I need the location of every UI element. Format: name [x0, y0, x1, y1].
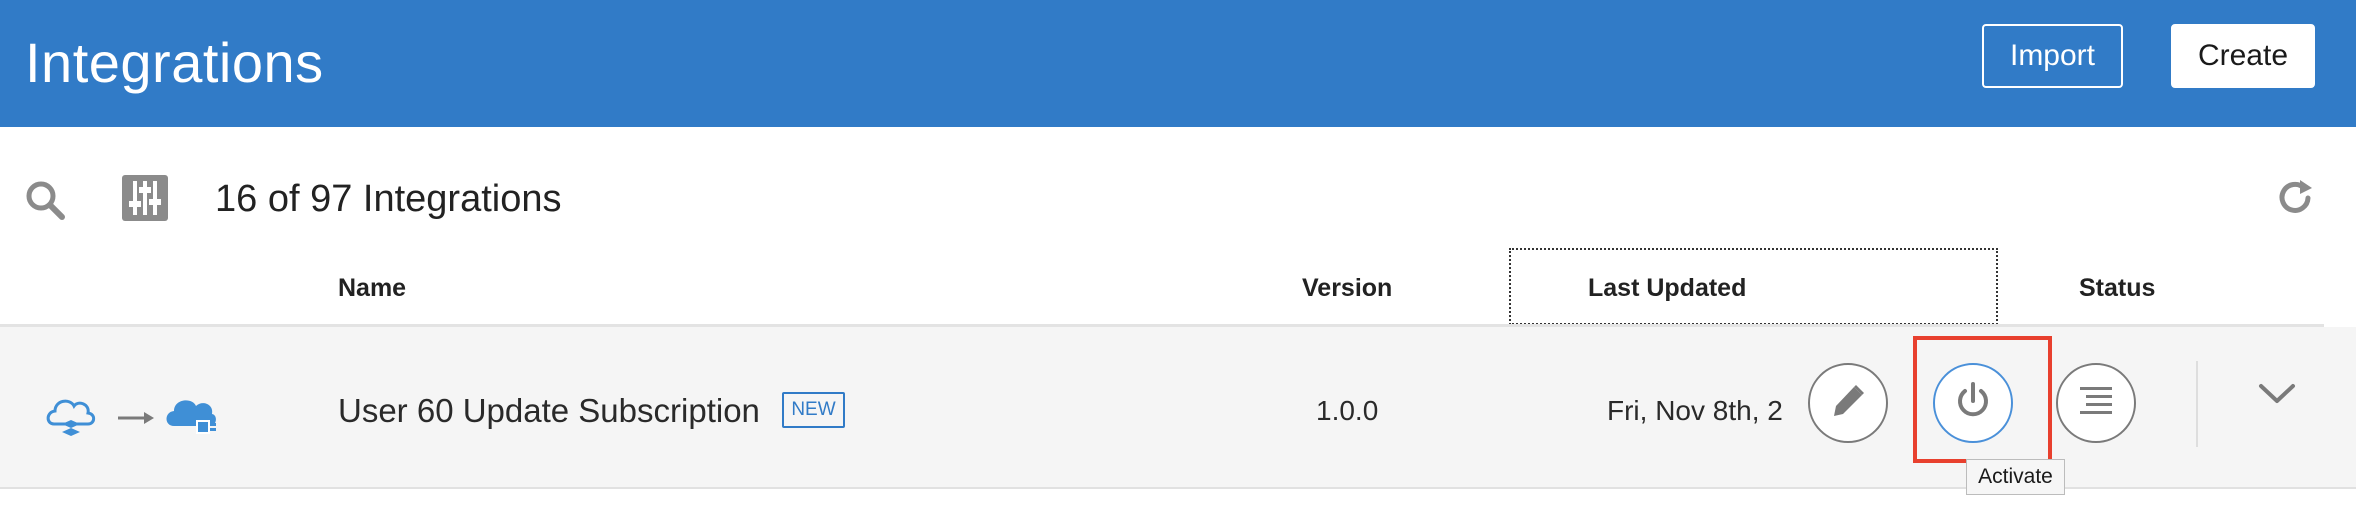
arrow-right-icon — [118, 412, 154, 424]
row-divider — [2196, 361, 2198, 447]
refresh-icon[interactable] — [2272, 175, 2318, 221]
column-header-status[interactable]: Status — [2079, 274, 2155, 303]
column-header-last-updated[interactable]: Last Updated — [1588, 274, 1746, 303]
integrations-count: 16 of 97 Integrations — [215, 178, 562, 220]
integration-version: 1.0.0 — [1316, 395, 1379, 426]
create-button[interactable]: Create — [2171, 24, 2315, 88]
integration-last-updated: Fri, Nov 8th, 2 — [1607, 395, 1783, 426]
import-button[interactable]: Import — [1982, 24, 2123, 88]
new-badge: NEW — [782, 392, 845, 428]
edit-button[interactable] — [1808, 363, 1888, 443]
chevron-down-icon — [2257, 374, 2297, 419]
detail-list-icon — [2074, 379, 2118, 428]
expand-row-button[interactable] — [2254, 373, 2300, 419]
highlight-box — [1913, 336, 2052, 463]
cloud-app-icon — [46, 399, 96, 436]
sorted-column-focus — [1509, 248, 1998, 325]
page-header: Integrations Import Create — [0, 0, 2356, 127]
activate-tooltip: Activate — [1966, 459, 2065, 495]
column-header-name[interactable]: Name — [338, 274, 406, 303]
page-title: Integrations — [25, 31, 324, 94]
view-details-button[interactable] — [2056, 363, 2136, 443]
integration-pattern — [46, 390, 222, 442]
cloud-adapter-icon — [166, 400, 216, 434]
column-header-version[interactable]: Version — [1302, 274, 1392, 303]
filter-sliders-icon[interactable] — [122, 175, 168, 221]
search-icon[interactable] — [20, 175, 70, 225]
integration-name[interactable]: User 60 Update Subscription — [338, 392, 760, 430]
edit-icon — [1828, 381, 1868, 426]
